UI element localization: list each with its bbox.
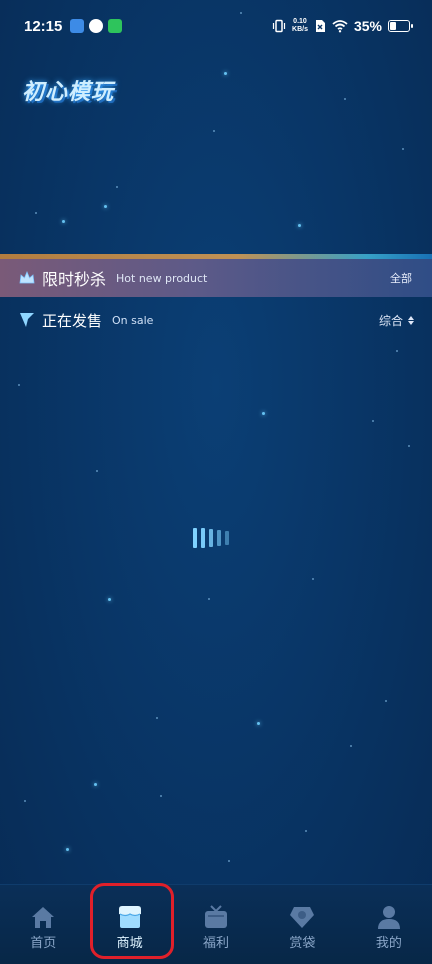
gift-tv-icon [205, 905, 228, 928]
tab-shop-label: 商城 [116, 936, 143, 951]
wifi-icon [332, 20, 348, 33]
tab-reward-bag-label: 赏袋 [289, 936, 316, 951]
network-speed-value: 0.10 [293, 18, 307, 25]
view-all-link[interactable]: 全部 [390, 270, 412, 286]
loading-spinner-icon [193, 528, 229, 548]
no-sim-icon [315, 20, 325, 32]
reward-bag-icon [290, 907, 315, 928]
sort-label: 综合 [378, 313, 403, 328]
on-sale-subtitle: On sale [112, 313, 154, 327]
app-logo: 初心模玩 [22, 80, 115, 105]
network-speed: 0.10 KB/s [292, 18, 308, 34]
sort-dropdown[interactable]: 综合 [379, 312, 414, 329]
shop-icon [118, 906, 141, 928]
flash-sale-header: 限时秒杀 Hot new product 全部 [0, 259, 432, 297]
status-time: 12:15 [24, 17, 63, 35]
tab-welfare-label: 福利 [203, 936, 230, 951]
home-icon [32, 907, 55, 928]
battery-fill [390, 22, 397, 30]
on-sale-title: 正在发售 [42, 311, 103, 330]
status-indicators: 0.10 KB/s 35% [272, 18, 413, 34]
tab-home[interactable]: 首页 [0, 885, 86, 964]
app-notification-icon [70, 19, 85, 33]
profile-icon [377, 906, 400, 929]
on-sale-header: 正在发售 On sale 综合 [0, 304, 432, 336]
flash-sale-subtitle: Hot new product [116, 271, 208, 285]
status-bar: 12:15 0.10 KB/s 35% [0, 0, 432, 52]
tab-home-label: 首页 [30, 936, 57, 951]
crown-icon [19, 270, 35, 284]
starfield-background [0, 0, 432, 964]
network-speed-unit: KB/s [292, 26, 308, 33]
sync-notification-icon [89, 19, 104, 33]
tab-reward-bag[interactable]: 赏袋 [259, 885, 345, 964]
chat-notification-icon [108, 19, 123, 33]
tab-profile[interactable]: 我的 [346, 885, 432, 964]
tab-shop[interactable]: 商城 [86, 885, 172, 964]
battery-percent: 35% [353, 18, 382, 34]
tab-profile-label: 我的 [375, 936, 402, 951]
vibrate-icon [272, 19, 286, 33]
bottom-tab-bar: 首页 商城 福利 赏袋 我的 [0, 884, 432, 964]
flag-icon [20, 313, 34, 327]
flash-sale-title: 限时秒杀 [42, 270, 107, 289]
battery-icon [388, 20, 413, 32]
sort-arrows-icon [408, 315, 414, 325]
tab-welfare[interactable]: 福利 [173, 885, 259, 964]
